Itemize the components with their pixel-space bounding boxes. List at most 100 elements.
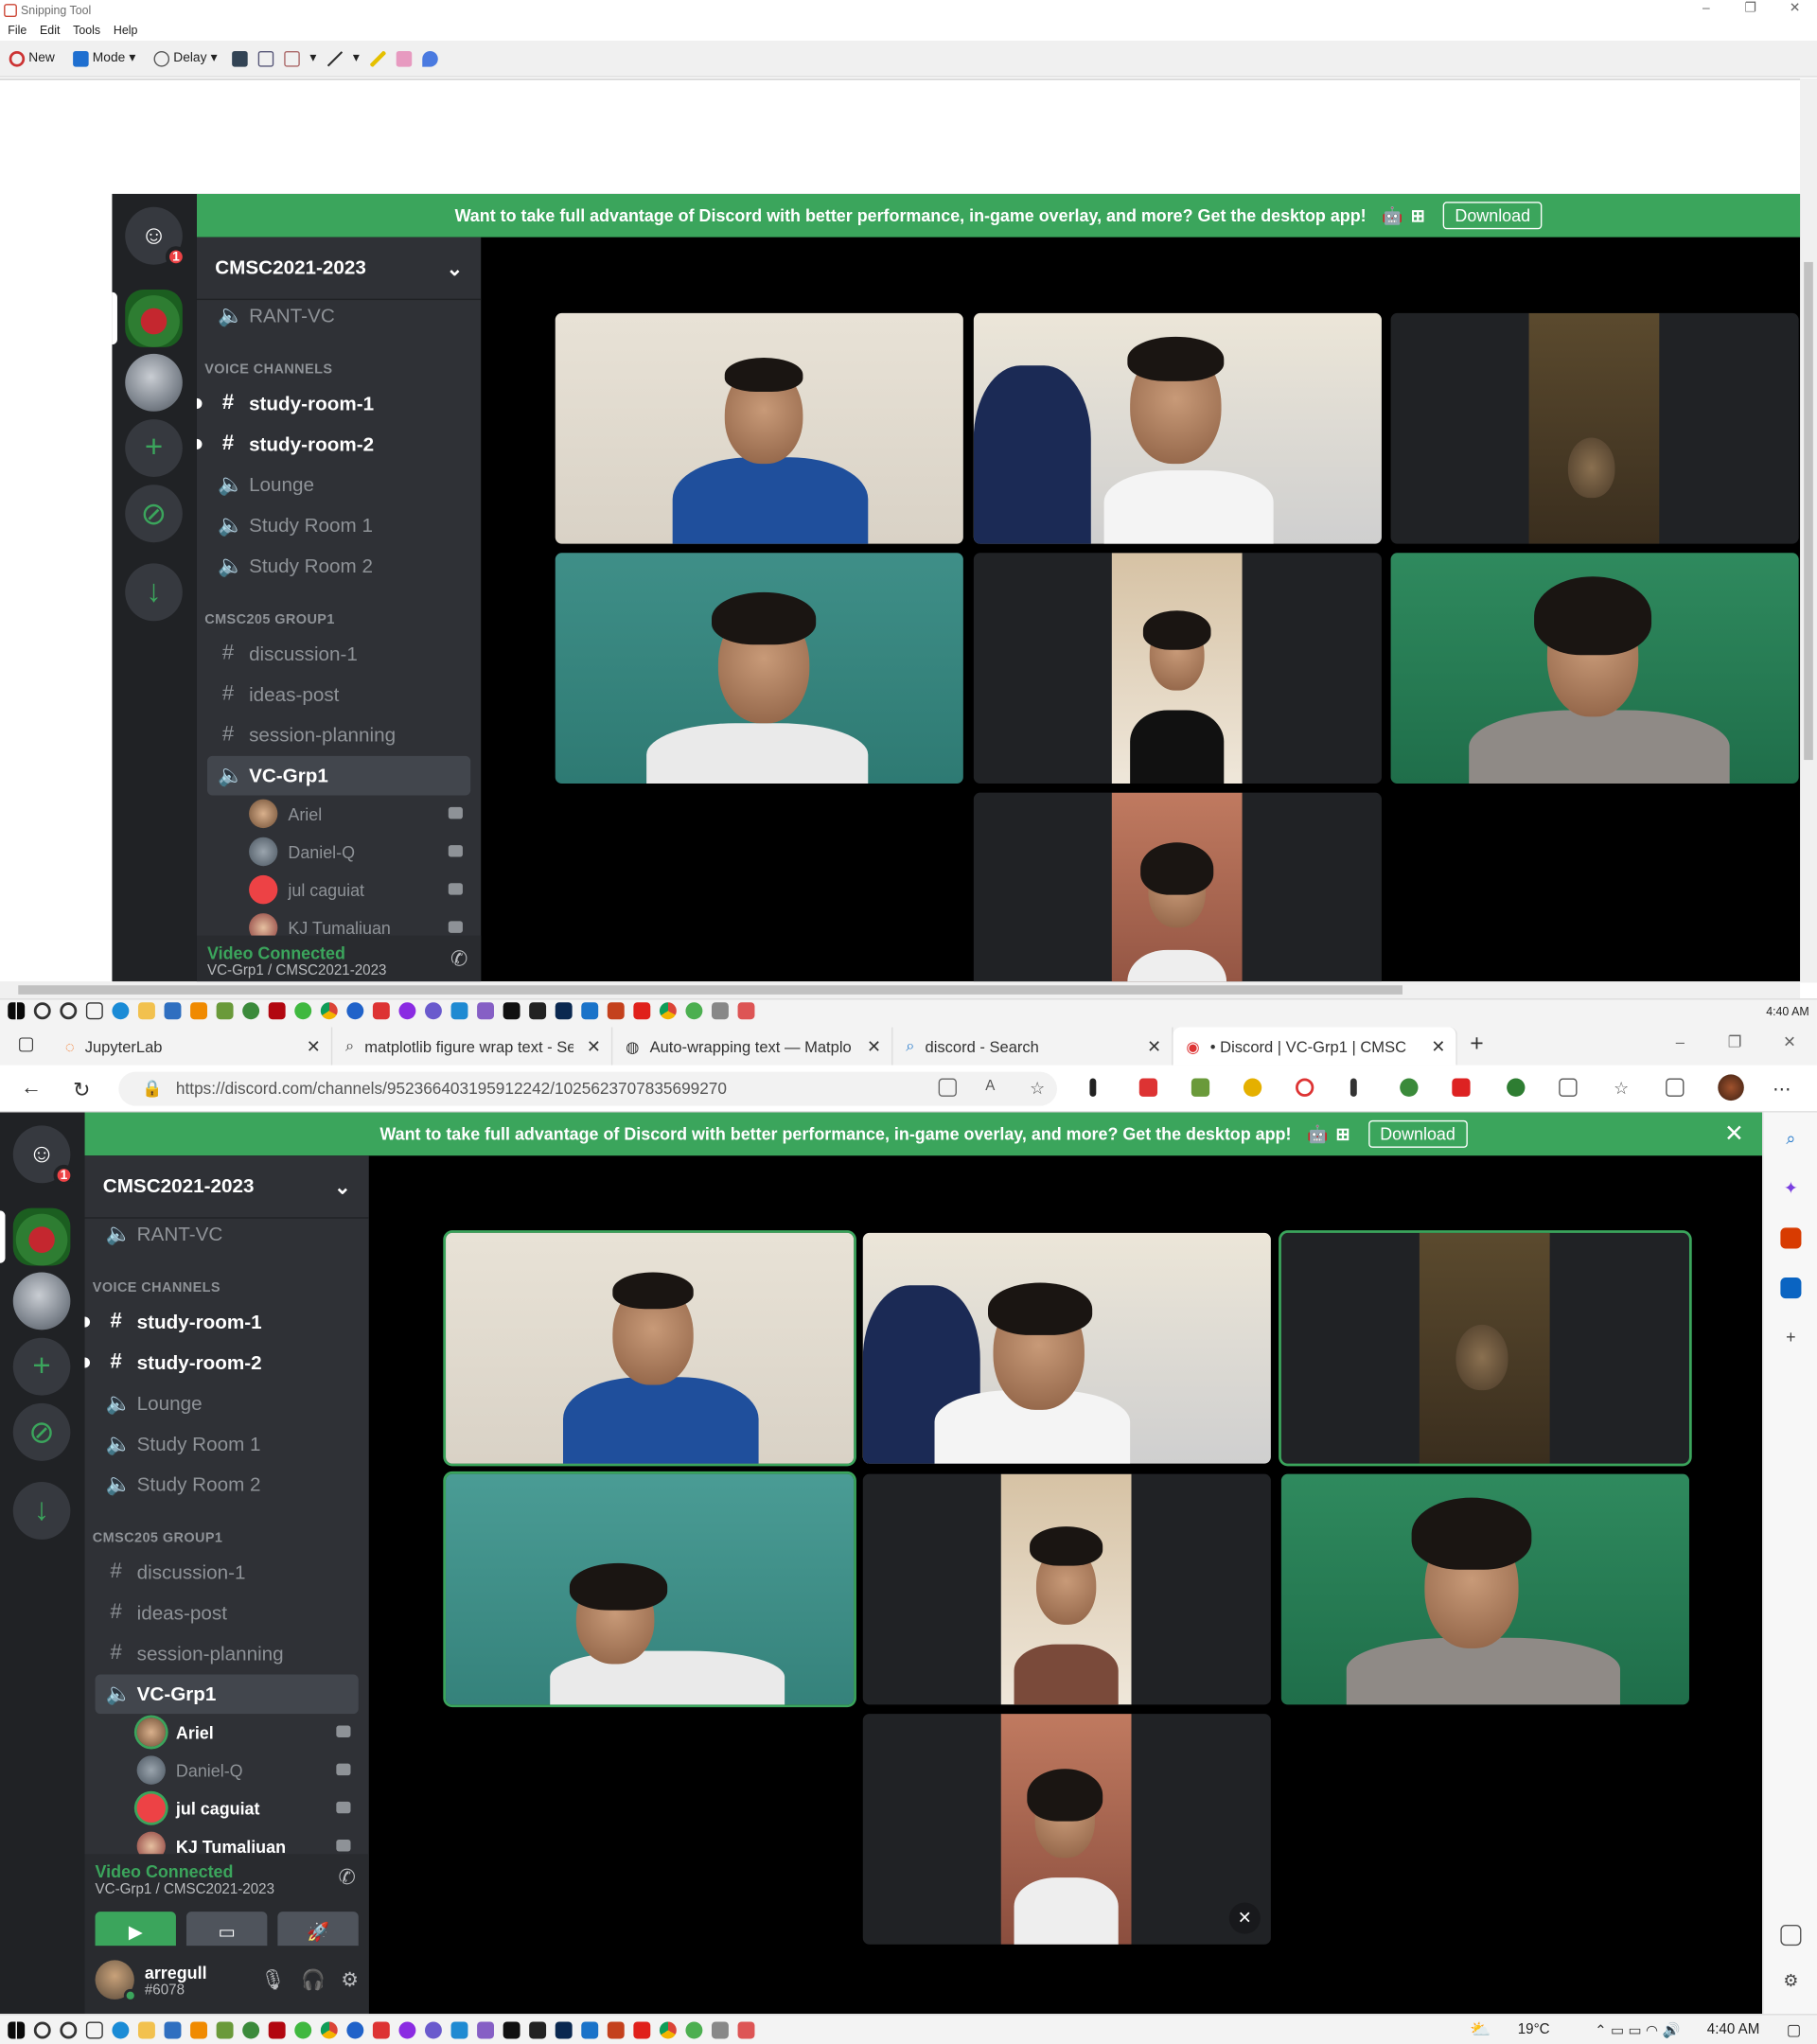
extensions-icon[interactable] [1559, 1078, 1578, 1097]
close-tab-icon[interactable]: ✕ [1147, 1036, 1161, 1057]
powerpoint-icon[interactable] [607, 1002, 625, 1020]
channel-study-room-2-voice[interactable]: 🔈 Study Room 2 [207, 546, 470, 586]
extension-icon[interactable] [1452, 1078, 1471, 1097]
channel-study-room-1[interactable]: # study-room-1 [196, 384, 470, 424]
explorer-icon[interactable] [137, 1002, 155, 1020]
back-icon[interactable]: ← [21, 1077, 42, 1101]
netflix-icon[interactable] [268, 2020, 286, 2038]
app-icon[interactable] [712, 2020, 729, 2038]
vc-location[interactable]: VC-Grp1 / CMSC2021-2023 [85, 1881, 369, 1897]
chrome-icon[interactable] [320, 2020, 338, 2038]
chrome-icon[interactable] [659, 1002, 677, 1020]
notification-icon[interactable]: ▢ [1787, 2020, 1802, 2038]
extension-icon[interactable] [1138, 1078, 1158, 1097]
app-icon[interactable] [242, 2020, 260, 2038]
app-icon[interactable] [685, 1002, 703, 1020]
discord-home-icon[interactable]: ☺ 1 [12, 1125, 75, 1187]
close-icon[interactable]: ✕ [1762, 1032, 1817, 1053]
close-tab-icon[interactable]: ✕ [307, 1036, 321, 1057]
app-icon[interactable] [294, 1002, 312, 1020]
app-icon[interactable] [555, 1002, 573, 1020]
highlighter-icon[interactable] [369, 50, 386, 66]
save-icon[interactable] [231, 50, 248, 66]
close-icon[interactable]: ✕ [1773, 0, 1817, 21]
app-icon[interactable] [529, 2020, 547, 2038]
mail-icon[interactable] [581, 1002, 599, 1020]
video-tile-6[interactable] [1280, 1473, 1689, 1705]
add-sidebar-icon[interactable]: + [1780, 1328, 1801, 1348]
channel-study-room-1-voice[interactable]: 🔈 Study Room 1 [96, 1424, 359, 1464]
video-tile-6[interactable] [1390, 553, 1799, 784]
video-tile-daniel-q[interactable] [862, 1232, 1271, 1464]
channel-vc-grp1[interactable]: 🔈 VC-Grp1 [95, 1674, 359, 1715]
server-cat-icon[interactable] [12, 1272, 71, 1330]
download-button[interactable]: Download [1443, 202, 1543, 230]
username[interactable]: arregull [145, 1962, 207, 1982]
voice-user-ariel[interactable]: Ariel [136, 1715, 359, 1749]
send-icon[interactable] [283, 50, 300, 66]
collections-icon[interactable] [1666, 1078, 1685, 1097]
discover-icon[interactable]: ✦ [1780, 1178, 1801, 1199]
app-icon[interactable] [346, 2020, 364, 2038]
video-tile-4[interactable] [555, 553, 963, 784]
vscode-icon[interactable] [450, 2020, 468, 2038]
paint3d-icon[interactable] [421, 50, 438, 66]
eraser-icon[interactable] [396, 50, 412, 66]
minimize-icon[interactable]: – [1652, 1032, 1707, 1053]
server-cmsc-icon[interactable] [125, 289, 183, 347]
close-tab-icon[interactable]: ✕ [867, 1036, 881, 1057]
task-view-icon[interactable] [85, 2020, 103, 2038]
chrome-icon[interactable] [659, 2020, 677, 2038]
channel-lounge[interactable]: 🔈 Lounge [96, 1383, 359, 1423]
channel-ideas-post[interactable]: # ideas-post [96, 1594, 359, 1633]
app-icon[interactable] [216, 1002, 234, 1020]
close-banner-icon[interactable]: ✕ [1724, 1120, 1744, 1148]
app-icon[interactable] [424, 2020, 442, 2038]
server-header[interactable]: CMSC2021-2023 ⌄ [84, 1155, 369, 1219]
channel-ideas-post[interactable]: # ideas-post [207, 675, 470, 714]
close-tab-icon[interactable]: ✕ [1431, 1036, 1445, 1057]
voice-user-jul-caguiat[interactable]: jul caguiat [136, 1791, 359, 1825]
office-icon[interactable] [1780, 1227, 1802, 1249]
channel-lounge[interactable]: 🔈 Lounge [207, 466, 470, 505]
channel-study-room-2[interactable]: # study-room-2 [196, 425, 470, 465]
channel-discussion-1[interactable]: # discussion-1 [207, 634, 470, 674]
tray-icons[interactable]: ⌃ ▭ ▭ ◠ 🔊 [1595, 2021, 1680, 2038]
headphones-icon[interactable]: 🎧 [301, 1968, 326, 1992]
channel-study-room-1-voice[interactable]: 🔈 Study Room 1 [207, 505, 470, 545]
copy-icon[interactable] [257, 50, 273, 66]
category-cmsc205-group1[interactable]: CMSC205 GROUP1 [93, 1530, 223, 1546]
taskbar-clock[interactable]: 4:40 AM [1707, 2021, 1760, 2037]
explore-servers-icon[interactable]: ⊘ [125, 485, 183, 543]
disconnect-icon[interactable]: ✆ [339, 1864, 356, 1891]
voice-user-daniel-q[interactable]: Daniel-Q [136, 1753, 359, 1788]
tab-jupyterlab[interactable]: ◌ JupyterLab ✕ [52, 1027, 333, 1066]
vertical-scrollbar[interactable] [1800, 79, 1817, 983]
download-button[interactable]: Download [1367, 1119, 1468, 1148]
voice-user-ariel[interactable]: Ariel [249, 797, 470, 831]
favorite-icon[interactable]: ☆ [1030, 1079, 1048, 1099]
channel-study-room-1[interactable]: # study-room-1 [84, 1302, 359, 1342]
explore-servers-icon[interactable]: ⊘ [12, 1402, 71, 1461]
vlc-icon[interactable] [190, 2020, 207, 2038]
download-apps-icon[interactable]: ↓ [12, 1481, 71, 1540]
camera-icon[interactable] [938, 1078, 957, 1097]
app-icon[interactable] [503, 2020, 520, 2038]
app-icon[interactable] [712, 1002, 729, 1020]
search-icon[interactable]: ⌕ [1780, 1128, 1801, 1149]
new-tab-icon[interactable]: + [1457, 1030, 1496, 1057]
extension-icon[interactable] [1296, 1078, 1314, 1097]
netflix-icon[interactable] [268, 1002, 286, 1020]
visual-studio-icon[interactable] [477, 1002, 494, 1020]
video-tile-5[interactable] [862, 1473, 1271, 1705]
microphone-icon[interactable]: 🎙 [260, 1968, 285, 1992]
favorites-icon[interactable]: ☆ [1614, 1079, 1632, 1099]
cortana-icon[interactable] [60, 1002, 78, 1020]
more-icon[interactable]: ⋯ [1773, 1079, 1791, 1100]
menu-tools[interactable]: Tools [73, 21, 100, 41]
store-icon[interactable] [164, 1002, 182, 1020]
video-tile-ariel[interactable] [555, 312, 963, 544]
menu-file[interactable]: File [8, 21, 26, 41]
app-icon[interactable] [398, 2020, 416, 2038]
refresh-icon[interactable]: ↻ [73, 1077, 90, 1103]
